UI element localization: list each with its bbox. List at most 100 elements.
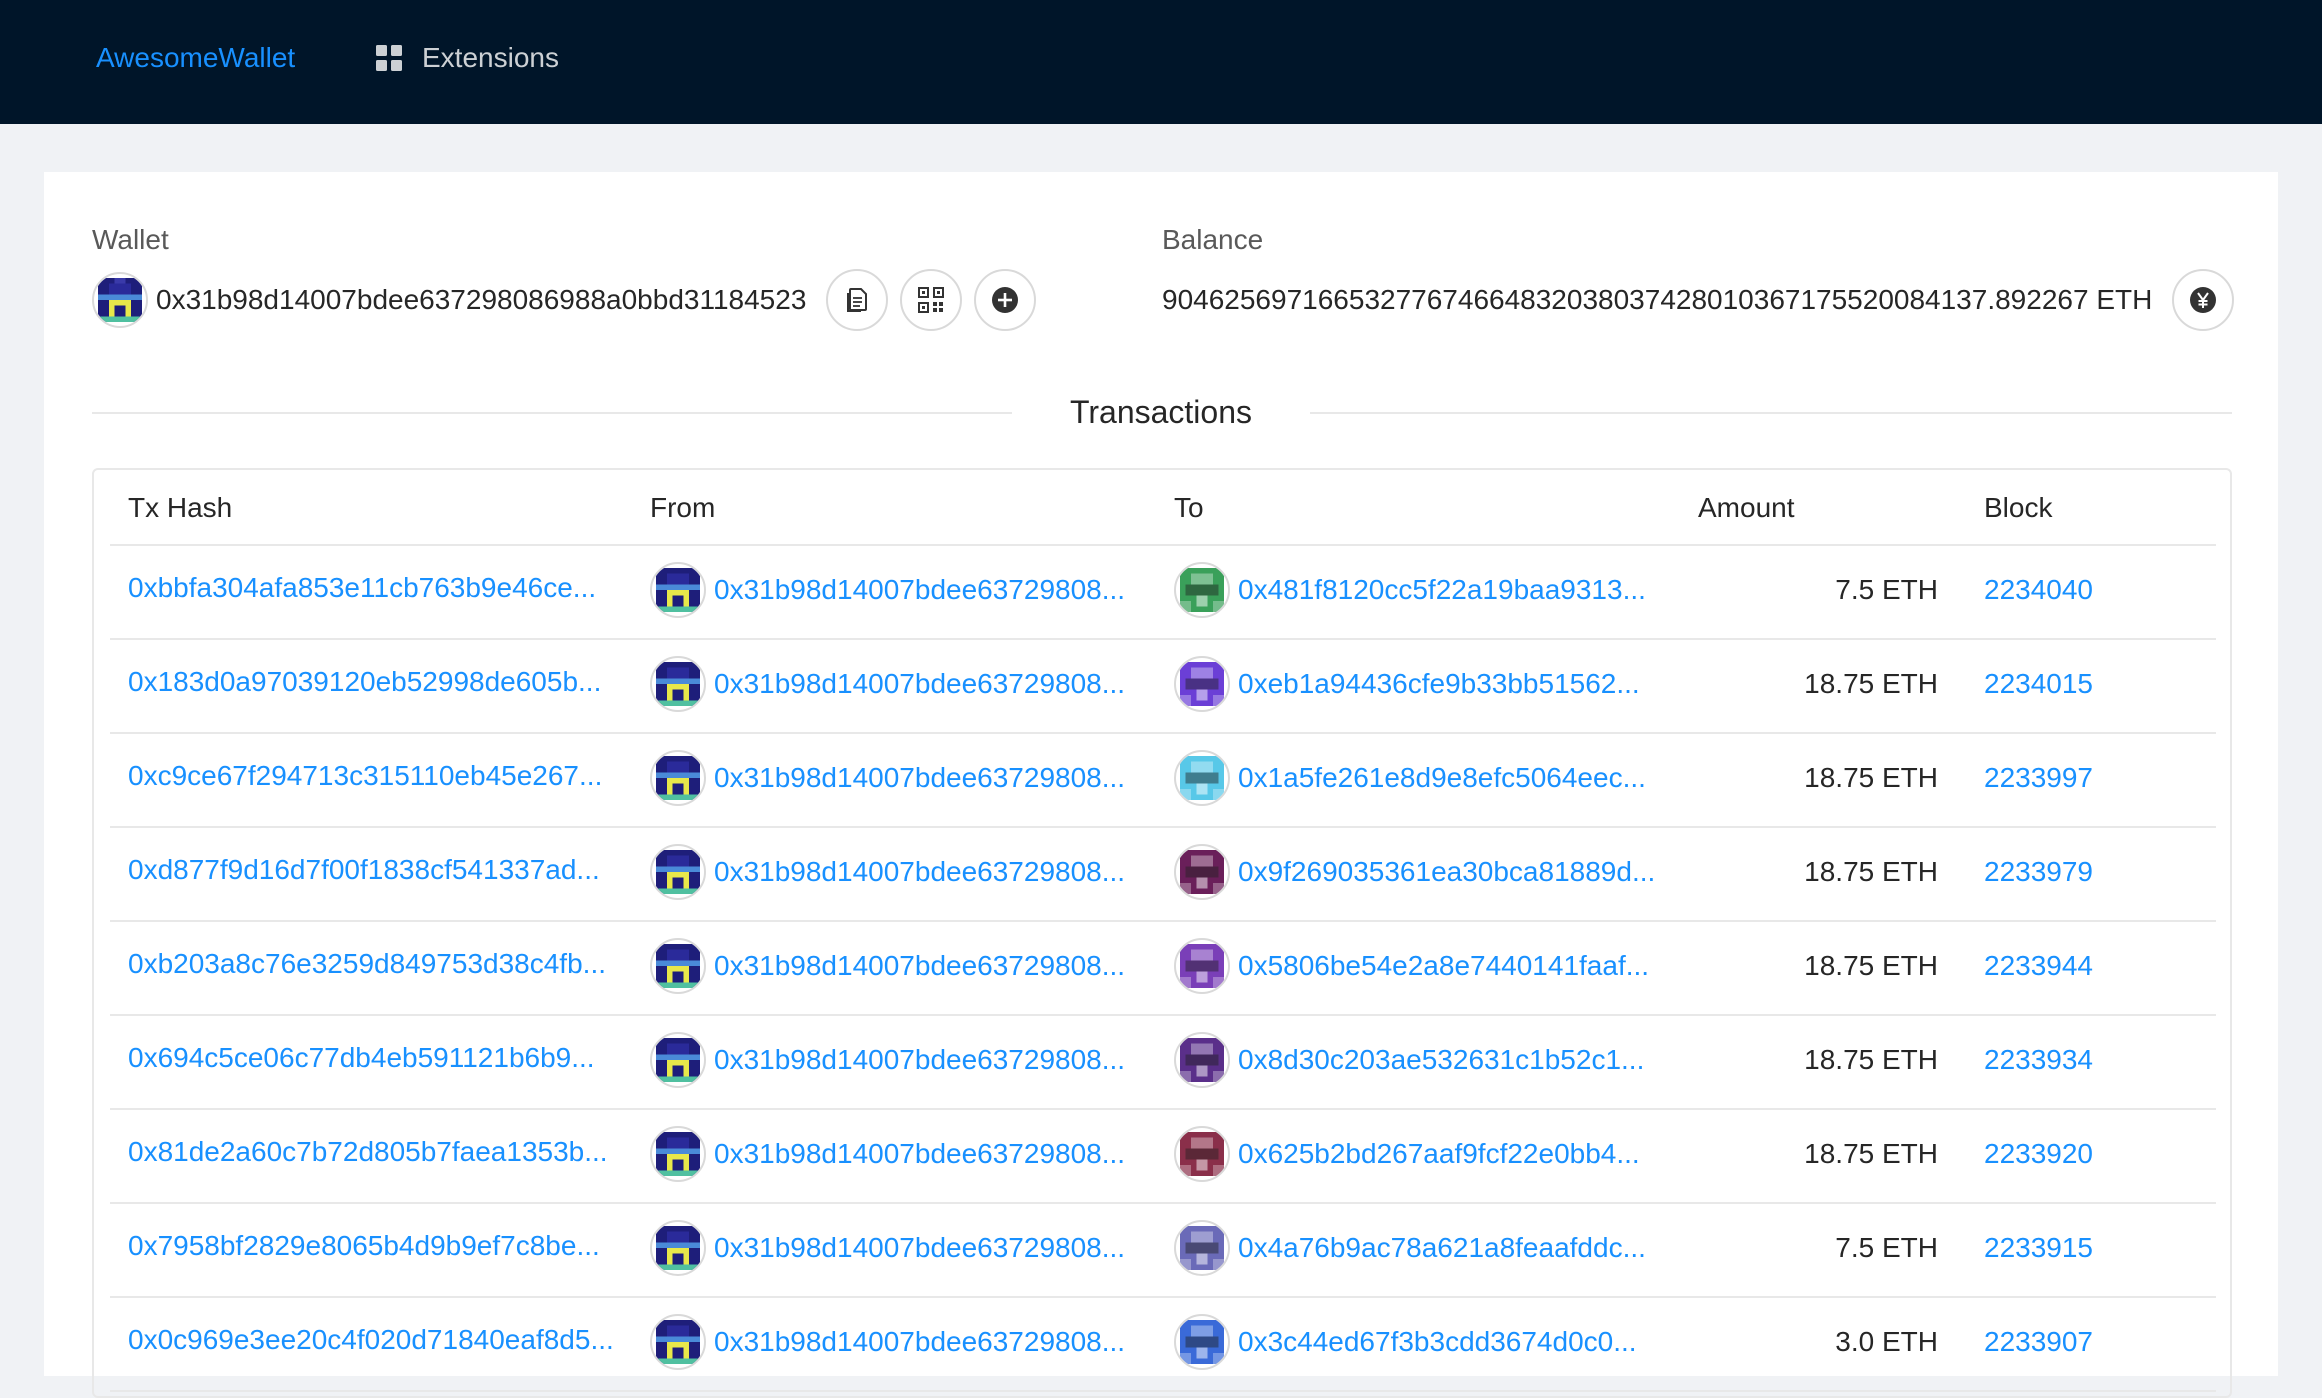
to-address-link[interactable]: 0x9f269035361ea30bca81889d... [1238, 854, 1655, 890]
balance-value: 9046256971665327767466483203803742801036… [1162, 284, 2153, 315]
to-avatar [1174, 562, 1230, 618]
from-address: 0x31b98d14007bdee63729808... [650, 938, 1125, 994]
amount-value: 18.75 ETH [1804, 762, 1938, 793]
tx-hash-link[interactable]: 0x694c5ce06c77db4eb591121b6b9... [128, 1040, 595, 1076]
amount-value: 3.0 ETH [1835, 1326, 1938, 1357]
block-link[interactable]: 2234040 [1984, 572, 2093, 608]
qrcode-icon [918, 287, 945, 313]
from-address: 0x31b98d14007bdee63729808... [650, 1032, 1125, 1088]
transactions-table: Tx Hash From To Amount Block 0xbbfa304af… [92, 468, 2232, 1398]
nav-extensions[interactable]: Extensions [376, 40, 559, 76]
to-address-link[interactable]: 0xeb1a94436cfe9b33bb51562... [1238, 666, 1640, 702]
from-avatar [650, 656, 706, 712]
table-header: Tx Hash From To Amount Block [110, 470, 2216, 546]
block-link[interactable]: 2233915 [1984, 1230, 2093, 1266]
amount-value: 18.75 ETH [1804, 668, 1938, 699]
amount-value: 7.5 ETH [1835, 1232, 1938, 1263]
qrcode-button[interactable] [900, 269, 963, 331]
amount-value: 18.75 ETH [1804, 1138, 1938, 1169]
table-row: 0xc9ce67f294713c315110eb45e267... 0x31b98… [110, 734, 2216, 828]
table-row: 0x183d0a97039120eb52998de605b... 0x31b98d… [110, 640, 2216, 734]
balance-currency-button[interactable] [2172, 269, 2235, 331]
to-address: 0x5806be54e2a8e7440141faaf... [1174, 938, 1649, 994]
block-link[interactable]: 2233944 [1984, 948, 2093, 984]
from-address: 0x31b98d14007bdee63729808... [650, 1126, 1125, 1182]
from-avatar [650, 1126, 706, 1182]
from-address-link[interactable]: 0x31b98d14007bdee63729808... [714, 666, 1125, 702]
nav-extensions-label: Extensions [422, 42, 559, 73]
from-avatar [650, 562, 706, 618]
brand-logo-link[interactable]: AwesomeWallet [96, 40, 295, 76]
tx-hash-link[interactable]: 0x81de2a60c7b72d805b7faea1353b... [128, 1134, 608, 1170]
column-header-from: From [650, 492, 716, 523]
from-address: 0x31b98d14007bdee63729808... [650, 656, 1125, 712]
to-address-link[interactable]: 0x3c44ed67f3b3cdd3674d0c0... [1238, 1324, 1637, 1360]
from-address-link[interactable]: 0x31b98d14007bdee63729808... [714, 760, 1125, 796]
from-avatar [650, 1314, 706, 1370]
tx-hash-link[interactable]: 0xbbfa304afa853e11cb763b9e46ce... [128, 570, 596, 606]
add-button[interactable] [974, 269, 1037, 331]
block-link[interactable]: 2233920 [1984, 1136, 2093, 1172]
tx-hash-link[interactable]: 0x183d0a97039120eb52998de605b... [128, 664, 601, 700]
block-link[interactable]: 2233934 [1984, 1042, 2093, 1078]
column-header-amount: Amount [1698, 492, 1795, 523]
to-address-link[interactable]: 0x625b2bd267aaf9fcf22e0bb4... [1238, 1136, 1640, 1172]
tx-hash-link[interactable]: 0x7958bf2829e8065b4d9b9ef7c8be... [128, 1228, 600, 1264]
to-address: 0x1a5fe261e8d9e8efc5064eec... [1174, 750, 1646, 806]
to-avatar [1174, 938, 1230, 994]
amount-value: 7.5 ETH [1835, 574, 1938, 605]
transactions-title: Transactions [44, 392, 2278, 432]
block-link[interactable]: 2233979 [1984, 854, 2093, 890]
to-address-link[interactable]: 0x4a76b9ac78a621a8feaafddc... [1238, 1230, 1646, 1266]
copy-address-button[interactable] [826, 269, 889, 331]
from-address: 0x31b98d14007bdee63729808... [650, 562, 1125, 618]
tx-hash-link[interactable]: 0xb203a8c76e3259d849753d38c4fb... [128, 946, 606, 982]
amount-value: 18.75 ETH [1804, 1044, 1938, 1075]
from-avatar [650, 1220, 706, 1276]
plus-circle-icon [992, 287, 1019, 313]
to-avatar [1174, 750, 1230, 806]
block-link[interactable]: 2233997 [1984, 760, 2093, 796]
copy-icon [847, 288, 868, 312]
from-address-link[interactable]: 0x31b98d14007bdee63729808... [714, 572, 1125, 608]
table-row: 0x0c969e3ee20c4f020d71840eaf8d5... 0x31b9… [110, 1298, 2216, 1392]
top-navigation-bar: AwesomeWallet Extensions [0, 0, 2322, 124]
table-row: 0xb203a8c76e3259d849753d38c4fb... 0x31b98… [110, 922, 2216, 1016]
from-address-link[interactable]: 0x31b98d14007bdee63729808... [714, 1136, 1125, 1172]
to-address-link[interactable]: 0x481f8120cc5f22a19baa9313... [1238, 572, 1646, 608]
amount-value: 18.75 ETH [1804, 856, 1938, 887]
to-address: 0xeb1a94436cfe9b33bb51562... [1174, 656, 1640, 712]
block-link[interactable]: 2234015 [1984, 666, 2093, 702]
from-address-link[interactable]: 0x31b98d14007bdee63729808... [714, 948, 1125, 984]
block-link[interactable]: 2233907 [1984, 1324, 2093, 1360]
to-avatar [1174, 844, 1230, 900]
from-address: 0x31b98d14007bdee63729808... [650, 1220, 1125, 1276]
from-address-link[interactable]: 0x31b98d14007bdee63729808... [714, 1230, 1125, 1266]
from-address-link[interactable]: 0x31b98d14007bdee63729808... [714, 1042, 1125, 1078]
from-address-link[interactable]: 0x31b98d14007bdee63729808... [714, 854, 1125, 890]
table-row: 0x81de2a60c7b72d805b7faea1353b... 0x31b98… [110, 1110, 2216, 1204]
tx-hash-link[interactable]: 0xc9ce67f294713c315110eb45e267... [128, 758, 602, 794]
column-header-block: Block [1984, 492, 2053, 523]
balance-row: 9046256971665327767466483203803742801036… [1162, 268, 2235, 332]
tx-hash-link[interactable]: 0xd877f9d16d7f00f1838cf541337ad... [128, 852, 600, 888]
to-address-link[interactable]: 0x5806be54e2a8e7440141faaf... [1238, 948, 1649, 984]
from-address-link[interactable]: 0x31b98d14007bdee63729808... [714, 1324, 1125, 1360]
to-avatar [1174, 1032, 1230, 1088]
from-avatar [650, 844, 706, 900]
to-address: 0x625b2bd267aaf9fcf22e0bb4... [1174, 1126, 1640, 1182]
to-address-link[interactable]: 0x1a5fe261e8d9e8efc5064eec... [1238, 760, 1646, 796]
to-address: 0x481f8120cc5f22a19baa9313... [1174, 562, 1646, 618]
balance-label: Balance [1162, 224, 1264, 255]
from-address: 0x31b98d14007bdee63729808... [650, 1314, 1125, 1370]
wallet-label: Wallet [92, 224, 169, 255]
transactions-title-text: Transactions [1030, 394, 1292, 430]
to-address: 0x3c44ed67f3b3cdd3674d0c0... [1174, 1314, 1637, 1370]
tx-hash-link[interactable]: 0x0c969e3ee20c4f020d71840eaf8d5... [128, 1322, 614, 1358]
grid-icon [376, 45, 402, 71]
to-address-link[interactable]: 0x8d30c203ae532631c1b52c1... [1238, 1042, 1644, 1078]
to-address: 0x4a76b9ac78a621a8feaafddc... [1174, 1220, 1646, 1276]
wallet-address: 0x31b98d14007bdee637298086988a0bbd311845… [156, 284, 807, 315]
amount-value: 18.75 ETH [1804, 950, 1938, 981]
to-avatar [1174, 656, 1230, 712]
